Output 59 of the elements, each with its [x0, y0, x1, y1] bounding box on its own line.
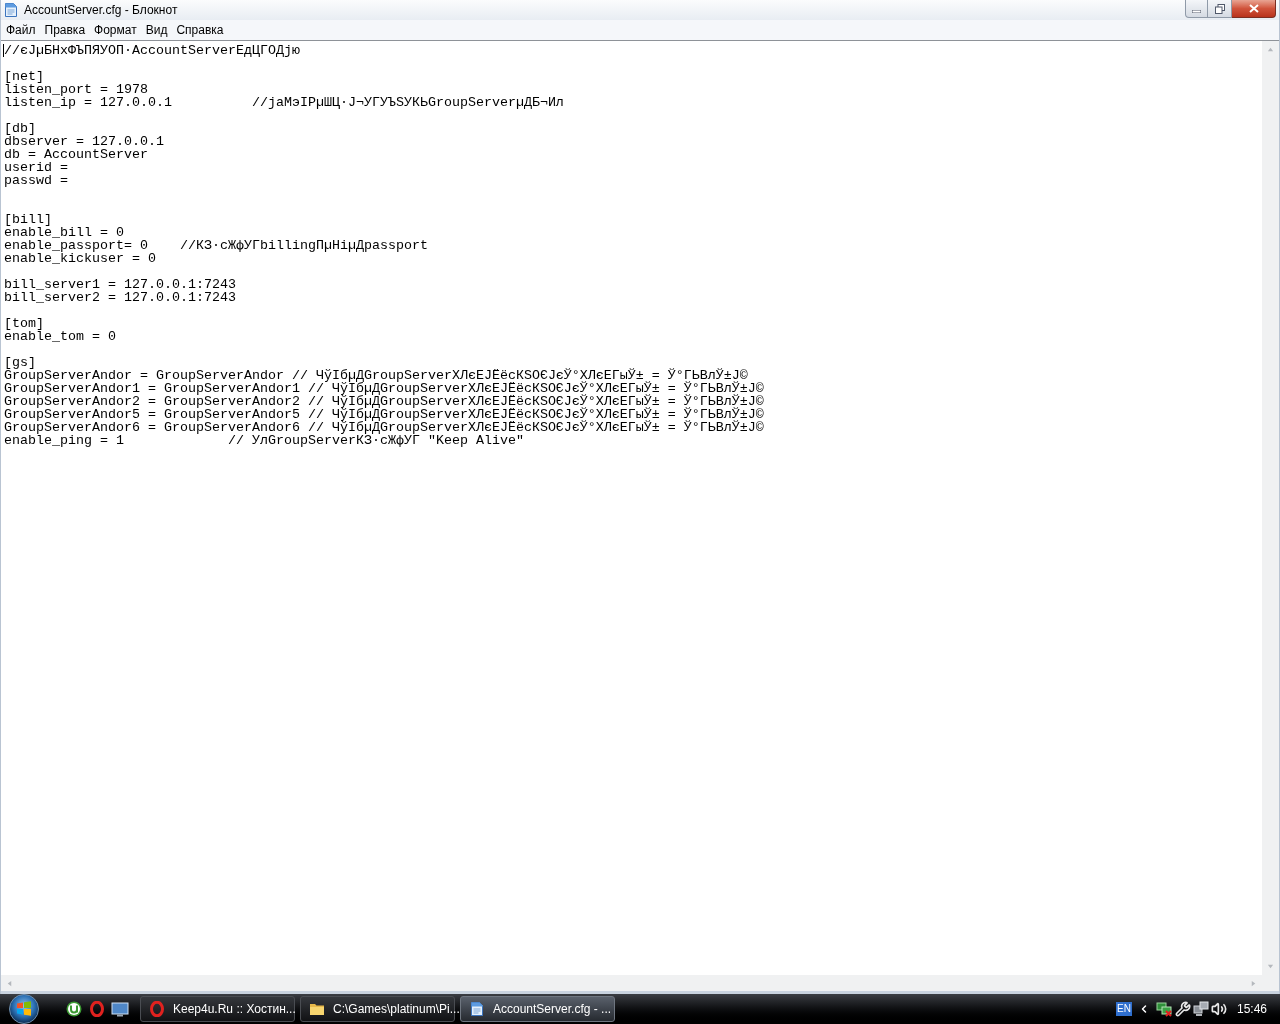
menu-item[interactable]: Правка [40, 21, 90, 39]
ring-logo-icon [149, 1001, 165, 1017]
text-line: GroupServerAndor5 = GroupServerAndor5 // ЧўІбµДGroupServerХЛєЕЈЁёсКЅОЄЈєЎ°ХЛєЕГыЎ± = Ў°ГЬВлЎ±Ј© [4, 408, 764, 421]
text-line: enable_kickuser = 0 [4, 252, 156, 265]
text-line: enable_passport= 0 //КЗ·сЖфУГbillingПµНіµДpassport [4, 239, 428, 252]
text-line: [gs] [4, 356, 36, 369]
quick-launch-button[interactable] [65, 1000, 82, 1018]
network-icon[interactable] [1155, 1001, 1172, 1017]
menu-item[interactable]: Формат [90, 21, 141, 39]
menu-item[interactable]: Справка [172, 21, 228, 39]
text-line: GroupServerAndor = GroupServerAndor // ЧўІбµДGroupServerХЛєЕЈЁёсКЅОЄЈєЎ°ХЛєЕГыЎ± = Ў°ГЬВлЎ±Ј© [4, 369, 748, 382]
arrow-up-icon [1267, 46, 1274, 53]
speaker-icon[interactable] [1210, 1001, 1227, 1017]
text-cursor-icon [3, 44, 4, 57]
notepad-icon [469, 1001, 485, 1017]
text-line: GroupServerAndor1 = GroupServerAndor1 // ЧўІбµДGroupServerХЛєЕЈЁёсКЅОЄЈєЎ°ХЛєЕГыЎ± = Ў°ГЬВлЎ±Ј© [4, 382, 764, 395]
folder-icon [309, 1001, 325, 1017]
text-line: GroupServerAndor2 = GroupServerAndor2 // ЧўІбµДGroupServerХЛєЕЈЁёсКЅОЄЈєЎ°ХЛєЕГыЎ± = Ў°ГЬВлЎ±Ј© [4, 395, 764, 408]
text-line: userid = [4, 161, 68, 174]
text-line: [tom] [4, 317, 44, 330]
menu-item[interactable]: Файл [2, 21, 40, 39]
restore-button[interactable] [1208, 0, 1232, 18]
text-line: bill_server2 = 127.0.0.1:7243 [4, 291, 236, 304]
minimize-icon [1192, 9, 1201, 13]
text-line: enable_bill = 0 [4, 226, 124, 239]
start-orb-icon [8, 994, 40, 1024]
text-line: db = AccountServer [4, 148, 148, 161]
notepad-icon [3, 2, 19, 18]
arrow-down-icon [1267, 963, 1274, 970]
text-line: [net] [4, 70, 44, 83]
wrench-icon[interactable] [1174, 1001, 1191, 1017]
text-line: enable_tom = 0 [4, 330, 116, 343]
desktop-icon [111, 1001, 129, 1017]
text-line: passwd = [4, 174, 68, 187]
text-line: //єЈµБНхФЪПЯУОП·AccountServerЕдЦГОДјю [4, 44, 300, 57]
menu-item[interactable]: Вид [141, 21, 172, 39]
computers-icon[interactable] [1192, 1001, 1209, 1017]
text-line: dbserver = 127.0.0.1 [4, 135, 164, 148]
text-line: GroupServerAndor6 = GroupServerAndor6 // ЧўІбµДGroupServerХЛєЕЈЁёсКЅОЄЈєЎ°ХЛєЕГыЎ± = Ў°ГЬВлЎ±Ј© [4, 421, 764, 434]
text-line: [db] [4, 122, 36, 135]
circle-logo-icon [65, 1001, 82, 1017]
taskbar-button[interactable]: AccountServer.cfg - ... [460, 996, 615, 1022]
window-title: AccountServer.cfg - Блокнот [24, 2, 178, 18]
close-icon [1248, 4, 1259, 13]
ring-logo-icon [88, 1001, 105, 1017]
text-line: [bill] [4, 213, 52, 226]
language-indicator[interactable]: EN [1116, 1002, 1132, 1016]
start-button[interactable] [8, 994, 40, 1024]
text-line: bill_server1 = 127.0.0.1:7243 [4, 278, 236, 291]
show-desktop-button[interactable] [111, 1000, 129, 1018]
close-button[interactable] [1232, 0, 1276, 18]
clock[interactable]: 15:46 [1236, 1000, 1267, 1018]
arrow-right-icon [1250, 979, 1257, 987]
taskbar-button[interactable]: Keep4u.Ru :: Хостин... [140, 996, 295, 1022]
arrow-left-icon [6, 979, 13, 987]
restore-icon [1214, 3, 1225, 14]
text-line: enable_ping = 1 // УлGroupServerКЗ·сЖфУГ "Keep Alive" [4, 434, 524, 447]
text-line: listen_port = 1978 [4, 83, 148, 96]
text-line: listen_ip = 127.0.0.1 //јаМэIPµШЦ·Ј¬УГУЪЅУКЬGroupServerµДБ¬Ил [4, 96, 564, 109]
